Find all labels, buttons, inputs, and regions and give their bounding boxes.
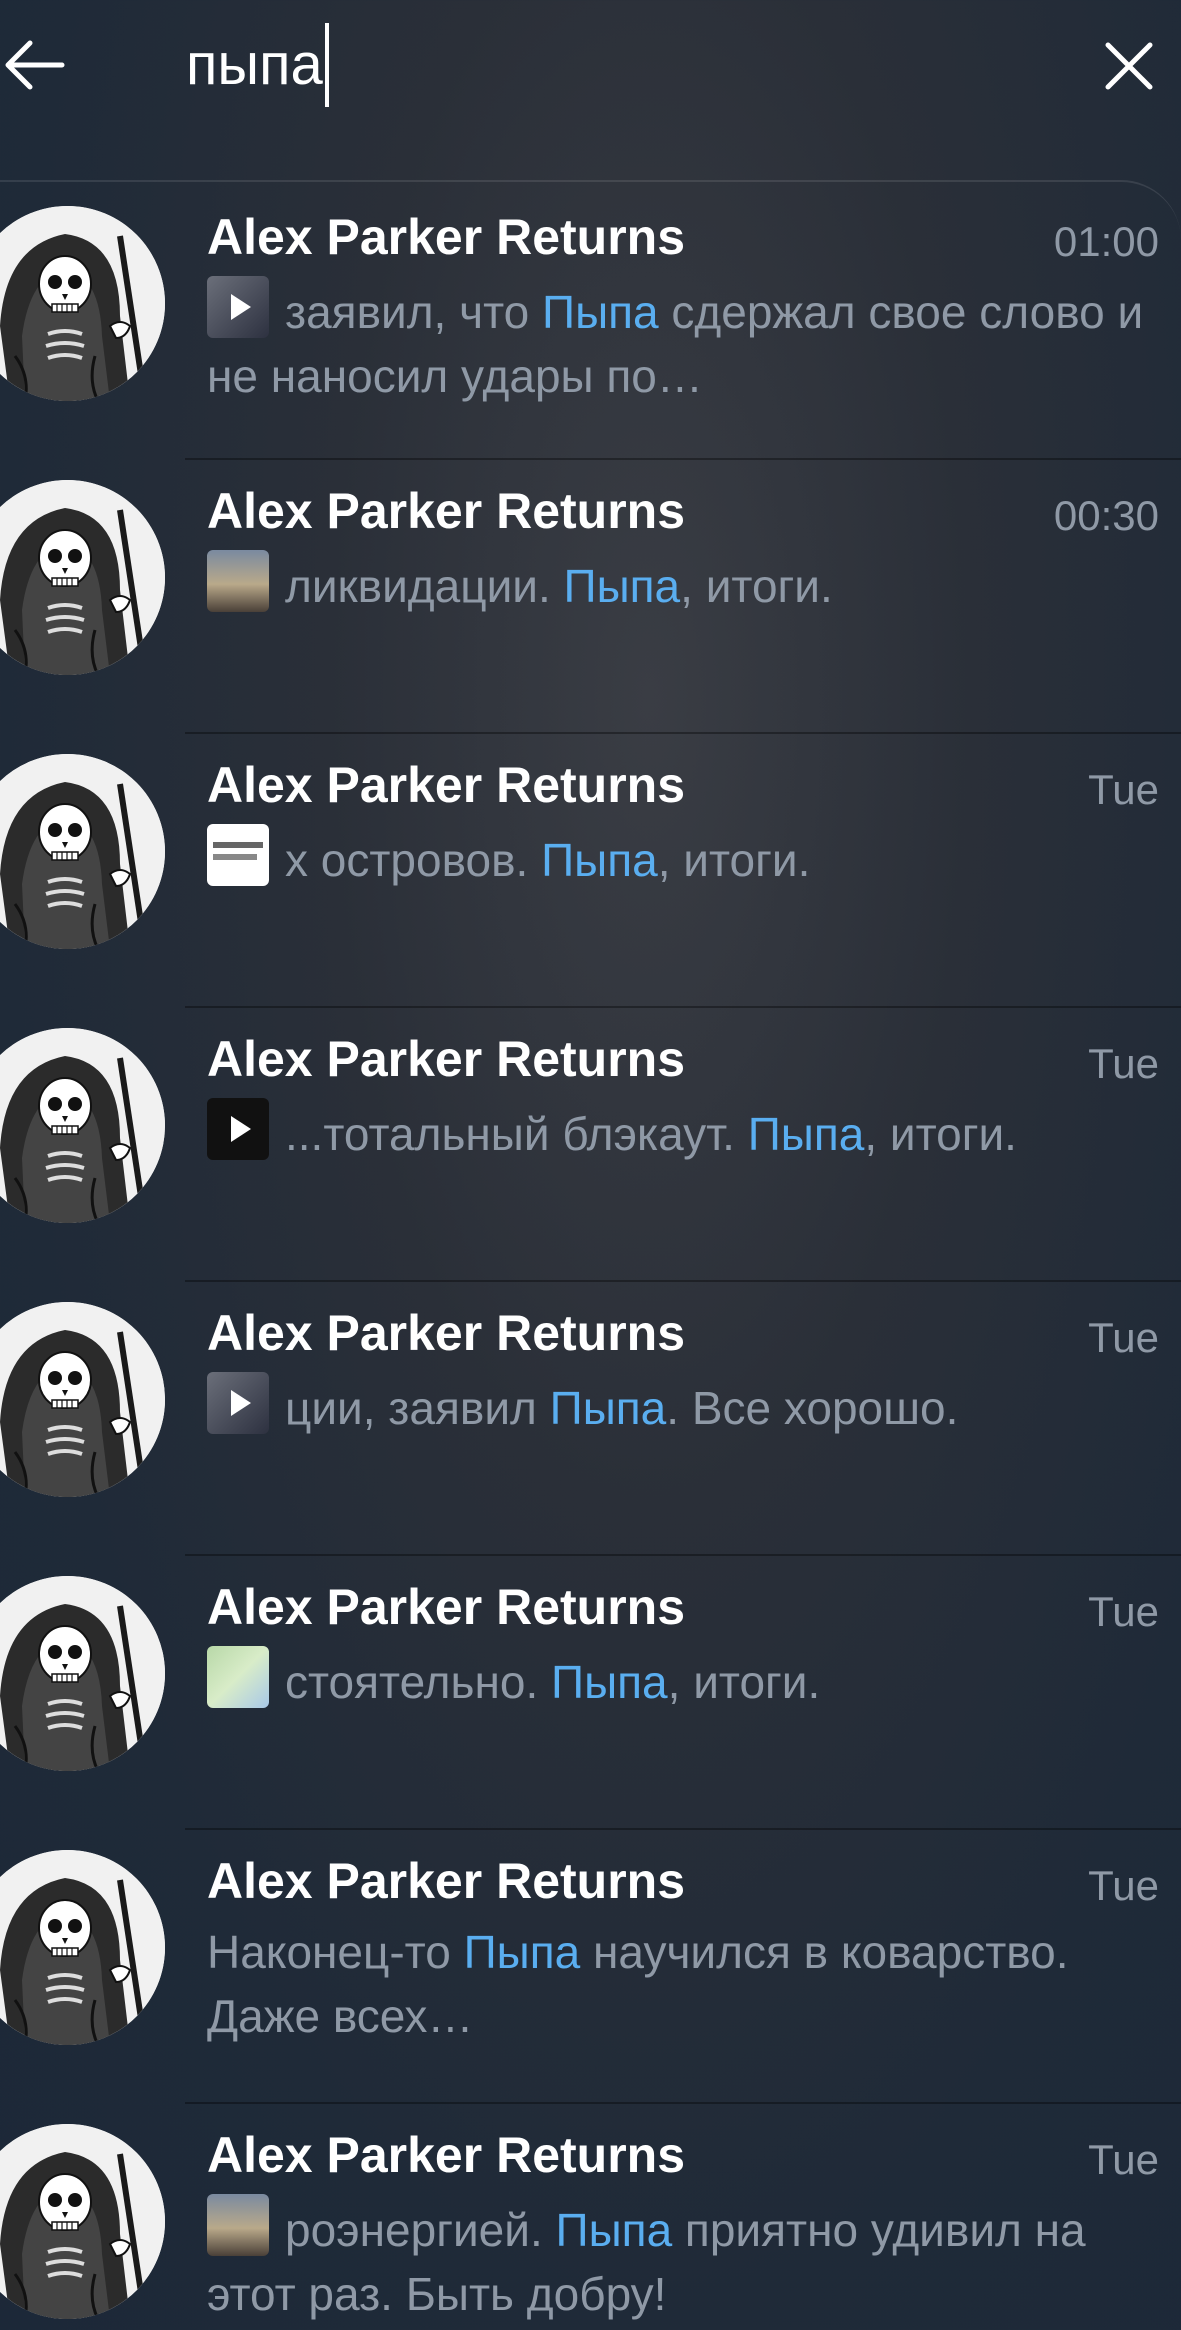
preview-text-after: . Все хорошо. bbox=[666, 1382, 959, 1434]
play-icon bbox=[231, 1390, 251, 1416]
chat-title: Alex Parker Returns bbox=[207, 209, 686, 265]
channel-avatar bbox=[0, 1028, 165, 1223]
channel-avatar bbox=[0, 754, 165, 949]
channel-avatar bbox=[0, 2124, 165, 2319]
preview-text-before: заявил, что bbox=[285, 286, 542, 338]
chat-title: Alex Parker Returns bbox=[207, 1853, 686, 1909]
grim-reaper-avatar-image bbox=[0, 206, 165, 401]
grim-reaper-avatar-image bbox=[0, 480, 165, 675]
message-preview: ции, заявил Пыпа. Все хорошо. bbox=[207, 1372, 1162, 1440]
channel-avatar bbox=[0, 1850, 165, 2045]
text-caret bbox=[324, 23, 329, 107]
clear-search-button[interactable] bbox=[1089, 28, 1169, 103]
channel-avatar bbox=[0, 206, 165, 401]
preview-text-before: стоятельно. bbox=[285, 1656, 552, 1708]
message-thumbnail bbox=[207, 2194, 269, 2256]
search-match-highlight: Пыпа bbox=[463, 1926, 581, 1978]
search-result-row[interactable]: Alex Parker Returns Tue Наконец-то Пыпа н… bbox=[0, 1830, 1181, 2104]
message-thumbnail bbox=[207, 1646, 269, 1708]
preview-text-before: х островов. bbox=[285, 834, 542, 886]
channel-avatar bbox=[0, 1302, 165, 1497]
message-time: Tue bbox=[1088, 2136, 1159, 2183]
preview-text-after: , итоги. bbox=[680, 560, 833, 612]
preview-text-after: , итоги. bbox=[657, 834, 811, 886]
search-match-highlight: Пыпа bbox=[541, 834, 658, 886]
search-result-row[interactable]: Alex Parker Returns Tue х островов. Пыпа, … bbox=[0, 734, 1181, 1008]
preview-text-before: ...тотальный блэкаут. bbox=[285, 1108, 748, 1160]
grim-reaper-avatar-image bbox=[0, 1850, 165, 2045]
search-result-row[interactable]: Alex Parker Returns Tue ции, заявил Пыпа. … bbox=[0, 1282, 1181, 1556]
chat-title: Alex Parker Returns bbox=[207, 757, 686, 813]
preview-text-before: ликвидации. bbox=[285, 560, 564, 612]
search-match-highlight: Пыпа bbox=[555, 2204, 673, 2256]
chat-title: Alex Parker Returns bbox=[207, 483, 686, 539]
message-time: Tue bbox=[1088, 1314, 1159, 1361]
grim-reaper-avatar-image bbox=[0, 2124, 165, 2319]
search-result-row[interactable]: Alex Parker Returns 00:30 ликвидации. Пыпа… bbox=[0, 460, 1181, 734]
message-thumbnail bbox=[207, 1098, 269, 1160]
search-match-highlight: Пыпа bbox=[563, 560, 681, 612]
arrow-left-icon bbox=[5, 40, 65, 90]
grim-reaper-avatar-image bbox=[0, 1028, 165, 1223]
channel-avatar bbox=[0, 480, 165, 675]
grim-reaper-avatar-image bbox=[0, 1576, 165, 1771]
search-result-row[interactable]: Alex Parker Returns Tue роэнергией. Пыпа п… bbox=[0, 2104, 1181, 2330]
search-bar: пыпа bbox=[0, 0, 1181, 130]
search-result-row[interactable]: Alex Parker Returns Tue ...тотальный блэка… bbox=[0, 1008, 1181, 1282]
chat-title: Alex Parker Returns bbox=[207, 1031, 686, 1087]
search-result-row[interactable]: Alex Parker Returns Tue стоятельно. Пыпа, … bbox=[0, 1556, 1181, 1830]
preview-text-before: Наконец-то bbox=[207, 1926, 464, 1978]
message-preview: заявил, что Пыпа сдержал свое слово и не… bbox=[207, 276, 1162, 408]
search-input[interactable]: пыпа bbox=[186, 23, 329, 107]
message-thumbnail bbox=[207, 550, 269, 612]
search-match-highlight: Пыпа bbox=[542, 286, 659, 338]
search-result-row[interactable]: Alex Parker Returns 01:00 заявил, что Пыпа… bbox=[0, 186, 1181, 460]
message-preview: ликвидации. Пыпа, итоги. bbox=[207, 550, 1162, 618]
chat-title: Alex Parker Returns bbox=[207, 1305, 686, 1361]
preview-text-after: , итоги. bbox=[667, 1656, 821, 1708]
message-preview: ...тотальный блэкаут. Пыпа, итоги. bbox=[207, 1098, 1162, 1166]
chat-title: Alex Parker Returns bbox=[207, 1579, 686, 1635]
search-query: пыпа bbox=[186, 32, 323, 97]
preview-text-before: роэнергией. bbox=[285, 2204, 556, 2256]
preview-text-before: ции, заявил bbox=[285, 1382, 550, 1434]
search-match-highlight: Пыпа bbox=[747, 1108, 865, 1160]
message-preview: Наконец-то Пыпа научился в коварство. Да… bbox=[207, 1920, 1162, 2048]
message-preview: роэнергией. Пыпа приятно удивил на этот … bbox=[207, 2194, 1162, 2326]
message-time: Tue bbox=[1088, 1040, 1159, 1087]
play-icon bbox=[231, 1116, 251, 1142]
message-time: Tue bbox=[1088, 1862, 1159, 1909]
message-time: 00:30 bbox=[1053, 492, 1159, 539]
message-preview: стоятельно. Пыпа, итоги. bbox=[207, 1646, 1162, 1714]
message-preview: х островов. Пыпа, итоги. bbox=[207, 824, 1162, 892]
close-icon bbox=[1105, 42, 1153, 89]
search-match-highlight: Пыпа bbox=[549, 1382, 667, 1434]
back-button[interactable] bbox=[0, 25, 70, 105]
chat-title: Alex Parker Returns bbox=[207, 2127, 686, 2183]
preview-text-after: , итоги. bbox=[864, 1108, 1017, 1160]
message-time: Tue bbox=[1088, 766, 1159, 813]
message-time: 01:00 bbox=[1053, 218, 1159, 265]
channel-avatar bbox=[0, 1576, 165, 1771]
play-icon bbox=[231, 294, 251, 320]
grim-reaper-avatar-image bbox=[0, 1302, 165, 1497]
message-thumbnail bbox=[207, 1372, 269, 1434]
search-match-highlight: Пыпа bbox=[551, 1656, 668, 1708]
message-thumbnail bbox=[207, 276, 269, 338]
message-thumbnail bbox=[207, 824, 269, 886]
message-time: Tue bbox=[1088, 1588, 1159, 1635]
grim-reaper-avatar-image bbox=[0, 754, 165, 949]
